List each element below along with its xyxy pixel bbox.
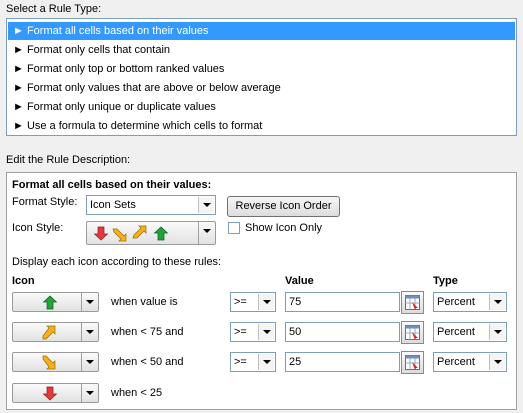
rule-2-cell-picker-button[interactable] [401, 321, 424, 344]
rule-4-condition-text: when < 25 [111, 387, 163, 399]
format-style-dropdown[interactable]: Icon Sets [86, 195, 216, 215]
chevron-down-icon[interactable] [258, 324, 274, 340]
rule-1-cell-picker-button[interactable] [401, 291, 424, 314]
type-column-header: Type [433, 275, 458, 287]
yellow-up-right-arrow-icon [42, 325, 56, 340]
rule-type-list[interactable]: ► Format all cells based on their values… [6, 18, 517, 136]
icon-style-dropdown[interactable] [86, 221, 216, 245]
rule-2-type-value: Percent [437, 326, 475, 338]
chevron-down-icon[interactable] [81, 353, 98, 371]
chevron-down-icon[interactable] [81, 293, 98, 311]
icon-set-preview-icon [93, 225, 169, 242]
display-rules-text: Display each icon according to these rul… [12, 256, 222, 268]
rule-type-item-top-bottom[interactable]: ► Format only top or bottom ranked value… [8, 60, 515, 78]
rule-type-item-formula[interactable]: ► Use a formula to determine which cells… [8, 117, 515, 135]
rule-3-condition-text: when < 50 and [111, 356, 184, 368]
rule-3-value-text: 25 [289, 356, 302, 368]
rule-2-icon-dropdown[interactable] [12, 322, 99, 342]
reverse-icon-order-button[interactable]: Reverse Icon Order [227, 196, 340, 217]
rule-2-operator-value: >= [234, 326, 247, 338]
format-style-value: Icon Sets [90, 199, 136, 211]
chevron-down-icon[interactable] [258, 354, 274, 370]
chevron-down-icon[interactable] [198, 197, 214, 213]
chevron-down-icon[interactable] [489, 354, 505, 370]
rule-1-condition-text: when value is [111, 296, 178, 308]
chevron-down-icon[interactable] [198, 222, 215, 244]
chevron-down-icon[interactable] [81, 323, 98, 341]
value-column-header: Value [285, 275, 314, 287]
rule-1-operator-dropdown[interactable]: >= [230, 292, 276, 312]
rule-3-operator-dropdown[interactable]: >= [230, 352, 276, 372]
chevron-down-icon[interactable] [489, 324, 505, 340]
green-up-arrow-icon [42, 295, 58, 310]
icon-column-header: Icon [12, 275, 35, 287]
edit-rule-description-label: Edit the Rule Description: [6, 154, 131, 166]
rule-1-icon-dropdown[interactable] [12, 292, 99, 312]
rule-3-cell-picker-button[interactable] [401, 351, 424, 374]
show-icon-only-label[interactable]: Show Icon Only [245, 222, 322, 234]
rule-1-operator-value: >= [234, 296, 247, 308]
chevron-down-icon[interactable] [258, 294, 274, 310]
rule-2-value-text: 50 [289, 326, 302, 338]
chevron-down-icon[interactable] [81, 384, 98, 402]
rule-1-value-text: 75 [289, 296, 302, 308]
rule-2-condition-text: when < 75 and [111, 326, 184, 338]
cell-reference-icon [405, 355, 420, 370]
rule-type-item-cells-contain[interactable]: ► Format only cells that contain [8, 41, 515, 59]
rule-1-type-value: Percent [437, 296, 475, 308]
yellow-down-right-arrow-icon [42, 355, 56, 370]
rule-1-type-dropdown[interactable]: Percent [433, 292, 507, 312]
rule-4-icon-dropdown[interactable] [12, 383, 99, 403]
rule-3-value-input[interactable]: 25 [285, 352, 400, 372]
rule-type-item-above-below-average[interactable]: ► Format only values that are above or b… [8, 79, 515, 97]
rule-description-panel: Format all cells based on their values: … [6, 172, 517, 410]
rule-1-value-input[interactable]: 75 [285, 292, 400, 312]
rule-3-type-dropdown[interactable]: Percent [433, 352, 507, 372]
show-icon-only-checkbox[interactable] [228, 222, 240, 234]
rule-type-item-unique-duplicate[interactable]: ► Format only unique or duplicate values [8, 98, 515, 116]
rule-3-icon-dropdown[interactable] [12, 352, 99, 372]
chevron-down-icon[interactable] [489, 294, 505, 310]
rule-type-item-all-cells[interactable]: ► Format all cells based on their values [8, 22, 515, 40]
icon-style-label: Icon Style: [12, 222, 64, 234]
red-down-arrow-icon [42, 386, 58, 401]
select-rule-type-label: Select a Rule Type: [6, 3, 102, 15]
cell-reference-icon [405, 295, 420, 310]
description-heading: Format all cells based on their values: [12, 179, 212, 191]
format-style-label: Format Style: [12, 196, 78, 208]
rule-3-operator-value: >= [234, 356, 247, 368]
rule-2-operator-dropdown[interactable]: >= [230, 322, 276, 342]
rule-2-type-dropdown[interactable]: Percent [433, 322, 507, 342]
cell-reference-icon [405, 325, 420, 340]
rule-2-value-input[interactable]: 50 [285, 322, 400, 342]
rule-3-type-value: Percent [437, 356, 475, 368]
